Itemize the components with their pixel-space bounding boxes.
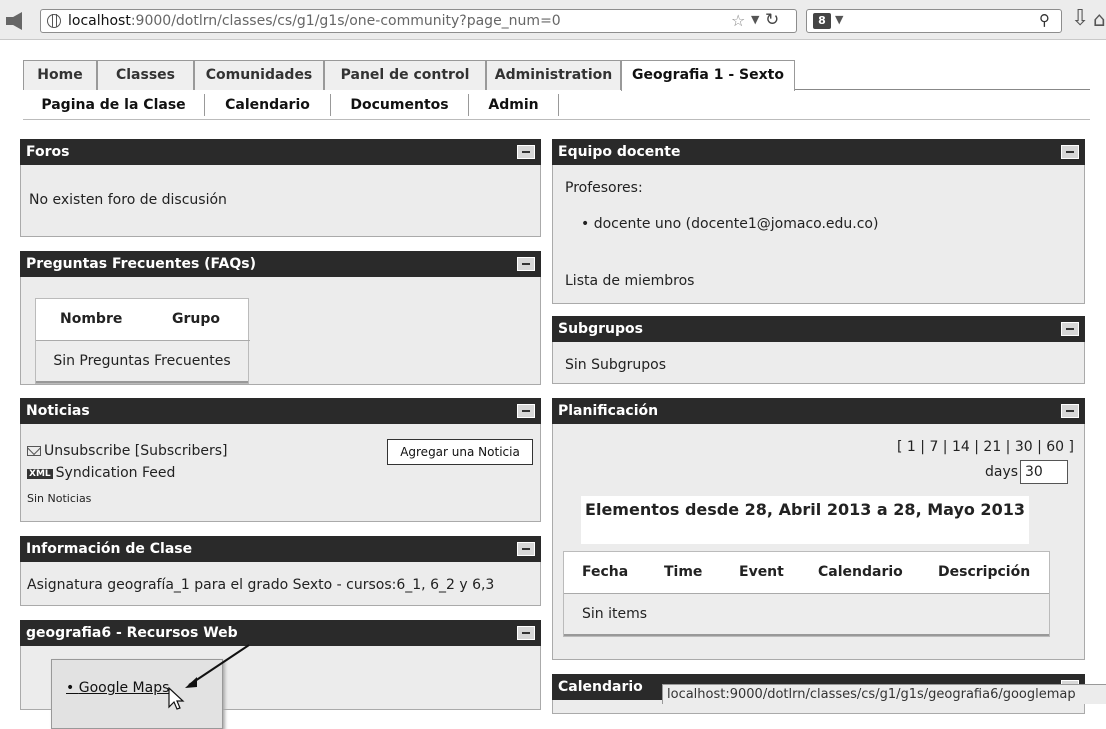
sub-navigation: Pagina de la Clase Calendario Documentos… bbox=[23, 90, 1090, 120]
col-fecha[interactable]: Fecha bbox=[582, 564, 628, 580]
home-icon[interactable]: ⌂ bbox=[1093, 7, 1106, 31]
info-clase-title: Información de Clase bbox=[26, 541, 193, 557]
subgrupos-panel: Subgrupos Sin Subgrupos bbox=[552, 316, 1085, 384]
col-descripcion[interactable]: Descripción bbox=[938, 564, 1030, 580]
planificacion-empty-row: Sin items bbox=[564, 594, 1049, 636]
address-text[interactable]: localhost:9000/dotlrn/classes/cs/g1/g1s/… bbox=[68, 13, 561, 29]
subgrupos-title: Subgrupos bbox=[558, 321, 643, 337]
tab-classes[interactable]: Classes bbox=[97, 60, 194, 90]
equipo-header: Equipo docente bbox=[552, 139, 1085, 165]
link-status-bar: localhost:9000/dotlrn/classes/cs/g1/g1s/… bbox=[662, 684, 1106, 704]
days-label: days bbox=[985, 464, 1019, 480]
envelope-icon bbox=[27, 446, 41, 456]
download-icon[interactable]: ⇩ bbox=[1071, 6, 1089, 31]
equipo-panel: Equipo docente Profesores: • docente uno… bbox=[552, 139, 1085, 304]
foros-title: Foros bbox=[26, 144, 70, 160]
tab-panel-de-control[interactable]: Panel de control bbox=[324, 60, 486, 90]
minimize-icon[interactable] bbox=[517, 542, 535, 556]
faq-title: Preguntas Frecuentes (FAQs) bbox=[26, 256, 256, 272]
foros-empty-text: No existen foro de discusión bbox=[29, 192, 227, 208]
noticias-panel: Noticias Unsubscribe [Subscribers] XML Sy… bbox=[20, 398, 541, 522]
address-bar[interactable]: localhost:9000/dotlrn/classes/cs/g1/g1s/… bbox=[40, 9, 797, 33]
minimize-icon[interactable] bbox=[1061, 145, 1079, 159]
subnav-documentos[interactable]: Documentos bbox=[331, 94, 469, 116]
faq-table: Nombre Grupo Sin Preguntas Frecuentes bbox=[35, 298, 250, 384]
search-icon[interactable]: ⚲ bbox=[1039, 11, 1050, 29]
faq-header: Preguntas Frecuentes (FAQs) bbox=[20, 251, 541, 277]
recursos-panel: geografia6 - Recursos Web • Google Maps bbox=[20, 620, 541, 729]
back-arrow-icon[interactable] bbox=[6, 12, 22, 30]
foros-panel: Foros No existen foro de discusión bbox=[20, 139, 541, 237]
add-notice-button[interactable]: Agregar una Noticia bbox=[387, 439, 533, 465]
noticias-title: Noticias bbox=[26, 403, 90, 419]
col-time[interactable]: Time bbox=[664, 564, 702, 580]
minimize-icon[interactable] bbox=[1061, 404, 1079, 418]
planificacion-header: Planificación bbox=[552, 398, 1085, 424]
subnav-admin[interactable]: Admin bbox=[469, 94, 559, 116]
calendario-title: Calendario bbox=[558, 679, 643, 695]
xml-feed-icon: XML bbox=[27, 469, 53, 479]
planificacion-table-header: Fecha Time Event Calendario Descripción bbox=[564, 552, 1049, 594]
noticias-empty-text: Sin Noticias bbox=[27, 492, 92, 505]
google-maps-label: Google Maps bbox=[78, 680, 170, 696]
browser-toolbar: localhost:9000/dotlrn/classes/cs/g1/g1s/… bbox=[0, 0, 1106, 40]
main-tabs: Home Classes Comunidades Panel de contro… bbox=[23, 60, 1090, 91]
unsubscribe-label: Unsubscribe [Subscribers] bbox=[44, 443, 228, 459]
foros-header: Foros bbox=[20, 139, 541, 165]
tab-comunidades[interactable]: Comunidades bbox=[194, 60, 324, 90]
faq-col-nombre[interactable]: Nombre bbox=[60, 311, 122, 327]
days-input[interactable]: 30 bbox=[1020, 460, 1068, 484]
syndication-label: Syndication Feed bbox=[55, 465, 176, 481]
elementos-heading: Elementos desde 28, Abril 2013 a 28, May… bbox=[581, 496, 1029, 544]
minimize-icon[interactable] bbox=[517, 257, 535, 271]
history-dropdown-icon[interactable]: ▼ bbox=[751, 13, 759, 26]
planificacion-table: Fecha Time Event Calendario Descripción … bbox=[563, 551, 1050, 637]
tab-geografia[interactable]: Geografia 1 - Sexto bbox=[621, 60, 795, 91]
search-engine-icon[interactable]: 8 bbox=[813, 13, 831, 29]
mouse-cursor-icon bbox=[168, 687, 185, 710]
syndication-link[interactable]: XML Syndication Feed bbox=[27, 465, 175, 481]
google-maps-link[interactable]: • Google Maps bbox=[66, 680, 169, 696]
minimize-icon[interactable] bbox=[1061, 322, 1079, 336]
tab-home[interactable]: Home bbox=[23, 60, 97, 90]
recursos-header: geografia6 - Recursos Web bbox=[20, 620, 541, 646]
minimize-icon[interactable] bbox=[517, 404, 535, 418]
subgrupos-header: Subgrupos bbox=[552, 316, 1085, 342]
subgrupos-empty-text: Sin Subgrupos bbox=[565, 357, 667, 373]
search-bar[interactable]: 8 ▼ ⚲ bbox=[806, 9, 1062, 33]
col-event[interactable]: Event bbox=[739, 564, 784, 580]
info-clase-header: Información de Clase bbox=[20, 536, 541, 562]
info-clase-panel: Información de Clase Asignatura geografí… bbox=[20, 536, 541, 606]
reload-icon[interactable]: ↻ bbox=[765, 10, 779, 30]
search-engine-dropdown-icon[interactable]: ▼ bbox=[835, 13, 843, 26]
profesor-item[interactable]: • docente uno (docente1@jomaco.edu.co) bbox=[581, 216, 878, 232]
minimize-icon[interactable] bbox=[517, 626, 535, 640]
profesor-name: docente uno (docente1@jomaco.edu.co) bbox=[593, 216, 879, 232]
info-clase-text: Asignatura geografía_1 para el grado Sex… bbox=[27, 577, 495, 593]
planificacion-title: Planificación bbox=[558, 403, 659, 419]
subnav-calendario[interactable]: Calendario bbox=[205, 94, 331, 116]
profesores-label: Profesores: bbox=[565, 180, 643, 196]
bookmark-star-icon[interactable]: ☆ bbox=[731, 11, 745, 30]
faq-empty-row: Sin Preguntas Frecuentes bbox=[36, 341, 248, 383]
tab-administration[interactable]: Administration bbox=[486, 60, 621, 90]
globe-icon bbox=[47, 14, 61, 28]
url-path: :9000/dotlrn/classes/cs/g1/g1s/one-commu… bbox=[130, 13, 561, 29]
equipo-title: Equipo docente bbox=[558, 144, 681, 160]
lista-miembros-link[interactable]: Lista de miembros bbox=[565, 273, 694, 289]
faq-col-grupo[interactable]: Grupo bbox=[172, 311, 220, 327]
noticias-header: Noticias bbox=[20, 398, 541, 424]
col-calendario[interactable]: Calendario bbox=[818, 564, 903, 580]
day-range-links[interactable]: [ 1 | 7 | 14 | 21 | 30 | 60 ] bbox=[897, 439, 1074, 455]
faq-panel: Preguntas Frecuentes (FAQs) Nombre Grupo… bbox=[20, 251, 541, 385]
url-host: localhost bbox=[68, 13, 131, 29]
faq-table-header: Nombre Grupo bbox=[36, 299, 250, 341]
subnav-pagina-clase[interactable]: Pagina de la Clase bbox=[23, 94, 205, 116]
unsubscribe-link[interactable]: Unsubscribe [Subscribers] bbox=[27, 443, 228, 459]
minimize-icon[interactable] bbox=[517, 145, 535, 159]
planificacion-panel: Planificación [ 1 | 7 | 14 | 21 | 30 | 6… bbox=[552, 398, 1085, 660]
